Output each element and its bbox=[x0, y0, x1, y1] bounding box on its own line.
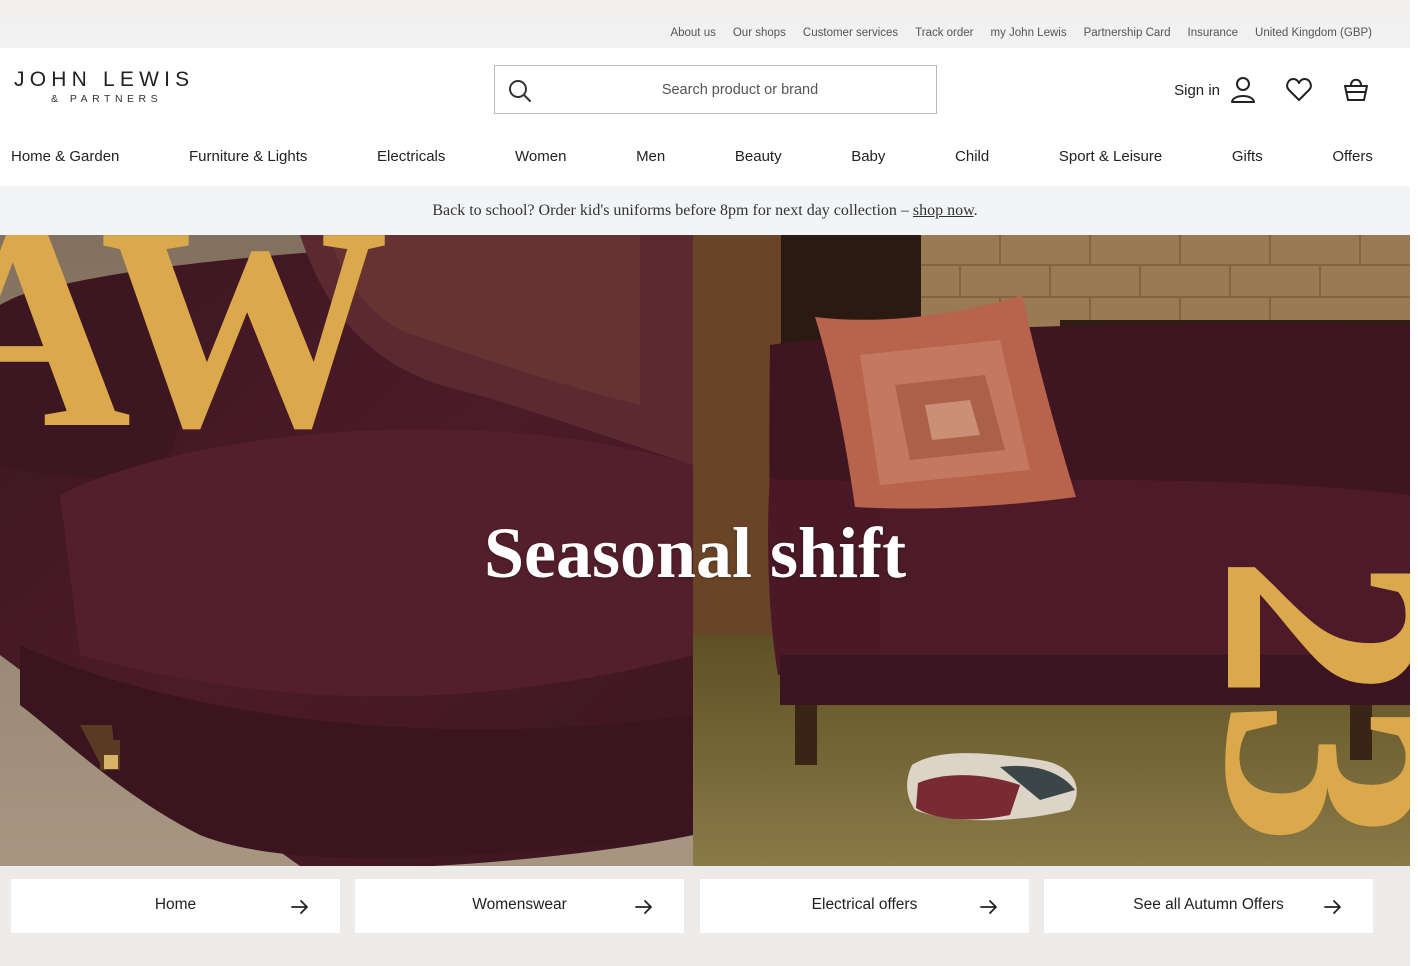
arrow-right-icon bbox=[980, 900, 997, 914]
promo-text-line: Back to school? Order kid's uniforms bef… bbox=[0, 186, 1410, 235]
utility-link-insurance[interactable]: Insurance bbox=[1188, 27, 1239, 39]
hero-banner[interactable]: AW bbox=[0, 235, 1410, 866]
nav-item-offers[interactable]: Offers bbox=[1332, 148, 1373, 165]
search-box[interactable] bbox=[494, 65, 937, 114]
heart-icon[interactable] bbox=[1285, 76, 1313, 104]
arrow-right-icon bbox=[291, 900, 308, 914]
utility-link-country[interactable]: United Kingdom (GBP) bbox=[1255, 27, 1372, 39]
nav-item-home-garden[interactable]: Home & Garden bbox=[11, 148, 119, 165]
tile-see-all-autumn-offers[interactable]: See all Autumn Offers bbox=[1044, 879, 1373, 933]
promo-banner: Back to school? Order kid's uniforms bef… bbox=[0, 186, 1410, 235]
hero-deco-numbers-23: 23 bbox=[1165, 555, 1410, 845]
tile-womenswear[interactable]: Womenswear bbox=[355, 879, 684, 933]
arrow-right-icon bbox=[635, 900, 652, 914]
page: About us Our shops Customer services Tra… bbox=[0, 0, 1410, 966]
nav-item-women[interactable]: Women bbox=[515, 148, 566, 165]
brand-logo[interactable]: JOHN LEWIS & PARTNERS bbox=[14, 68, 214, 112]
utility-link-our-shops[interactable]: Our shops bbox=[733, 27, 786, 39]
category-tiles: Home Womenswear Electrical offers See al… bbox=[0, 866, 1410, 966]
nav-item-electricals[interactable]: Electricals bbox=[377, 148, 445, 165]
sign-in-label: Sign in bbox=[1174, 81, 1220, 99]
nav-item-sport-leisure[interactable]: Sport & Leisure bbox=[1059, 148, 1162, 165]
brand-subname: & PARTNERS bbox=[51, 93, 163, 105]
utility-link-partnership-card[interactable]: Partnership Card bbox=[1084, 27, 1171, 39]
utility-link-about-us[interactable]: About us bbox=[670, 27, 715, 39]
promo-text: Back to school? Order kid's uniforms bef… bbox=[432, 202, 913, 219]
search-icon[interactable] bbox=[507, 78, 533, 104]
promo-suffix: . bbox=[973, 202, 978, 219]
utility-link-my-john-lewis[interactable]: my John Lewis bbox=[991, 27, 1067, 39]
nav-item-baby[interactable]: Baby bbox=[851, 148, 885, 165]
right-gutter bbox=[1410, 0, 1418, 966]
arrow-right-icon bbox=[1324, 900, 1341, 914]
tile-home[interactable]: Home bbox=[11, 879, 340, 933]
basket-icon[interactable] bbox=[1342, 74, 1370, 104]
main-nav: Home & Garden Furniture & Lights Electri… bbox=[0, 148, 1410, 174]
nav-item-beauty[interactable]: Beauty bbox=[735, 148, 782, 165]
promo-shop-now-link[interactable]: shop now bbox=[913, 202, 974, 219]
search-input[interactable] bbox=[555, 76, 925, 104]
nav-item-men[interactable]: Men bbox=[636, 148, 665, 165]
utility-link-track-order[interactable]: Track order bbox=[915, 27, 973, 39]
hero-title: Seasonal shift bbox=[483, 513, 907, 593]
hero-deco-letters-aw: AW bbox=[0, 235, 389, 488]
utility-link-customer-services[interactable]: Customer services bbox=[803, 27, 898, 39]
user-icon bbox=[1231, 77, 1255, 103]
sign-in-button[interactable]: Sign in bbox=[1174, 76, 1256, 104]
brand-name: JOHN LEWIS bbox=[14, 68, 195, 91]
site-header: JOHN LEWIS & PARTNERS Sign in bbox=[0, 48, 1410, 186]
utility-bar: About us Our shops Customer services Tra… bbox=[0, 22, 1410, 48]
nav-item-child[interactable]: Child bbox=[955, 148, 989, 165]
nav-item-gifts[interactable]: Gifts bbox=[1232, 148, 1263, 165]
nav-item-furniture-lights[interactable]: Furniture & Lights bbox=[189, 148, 307, 165]
tile-electrical-offers[interactable]: Electrical offers bbox=[700, 879, 1029, 933]
